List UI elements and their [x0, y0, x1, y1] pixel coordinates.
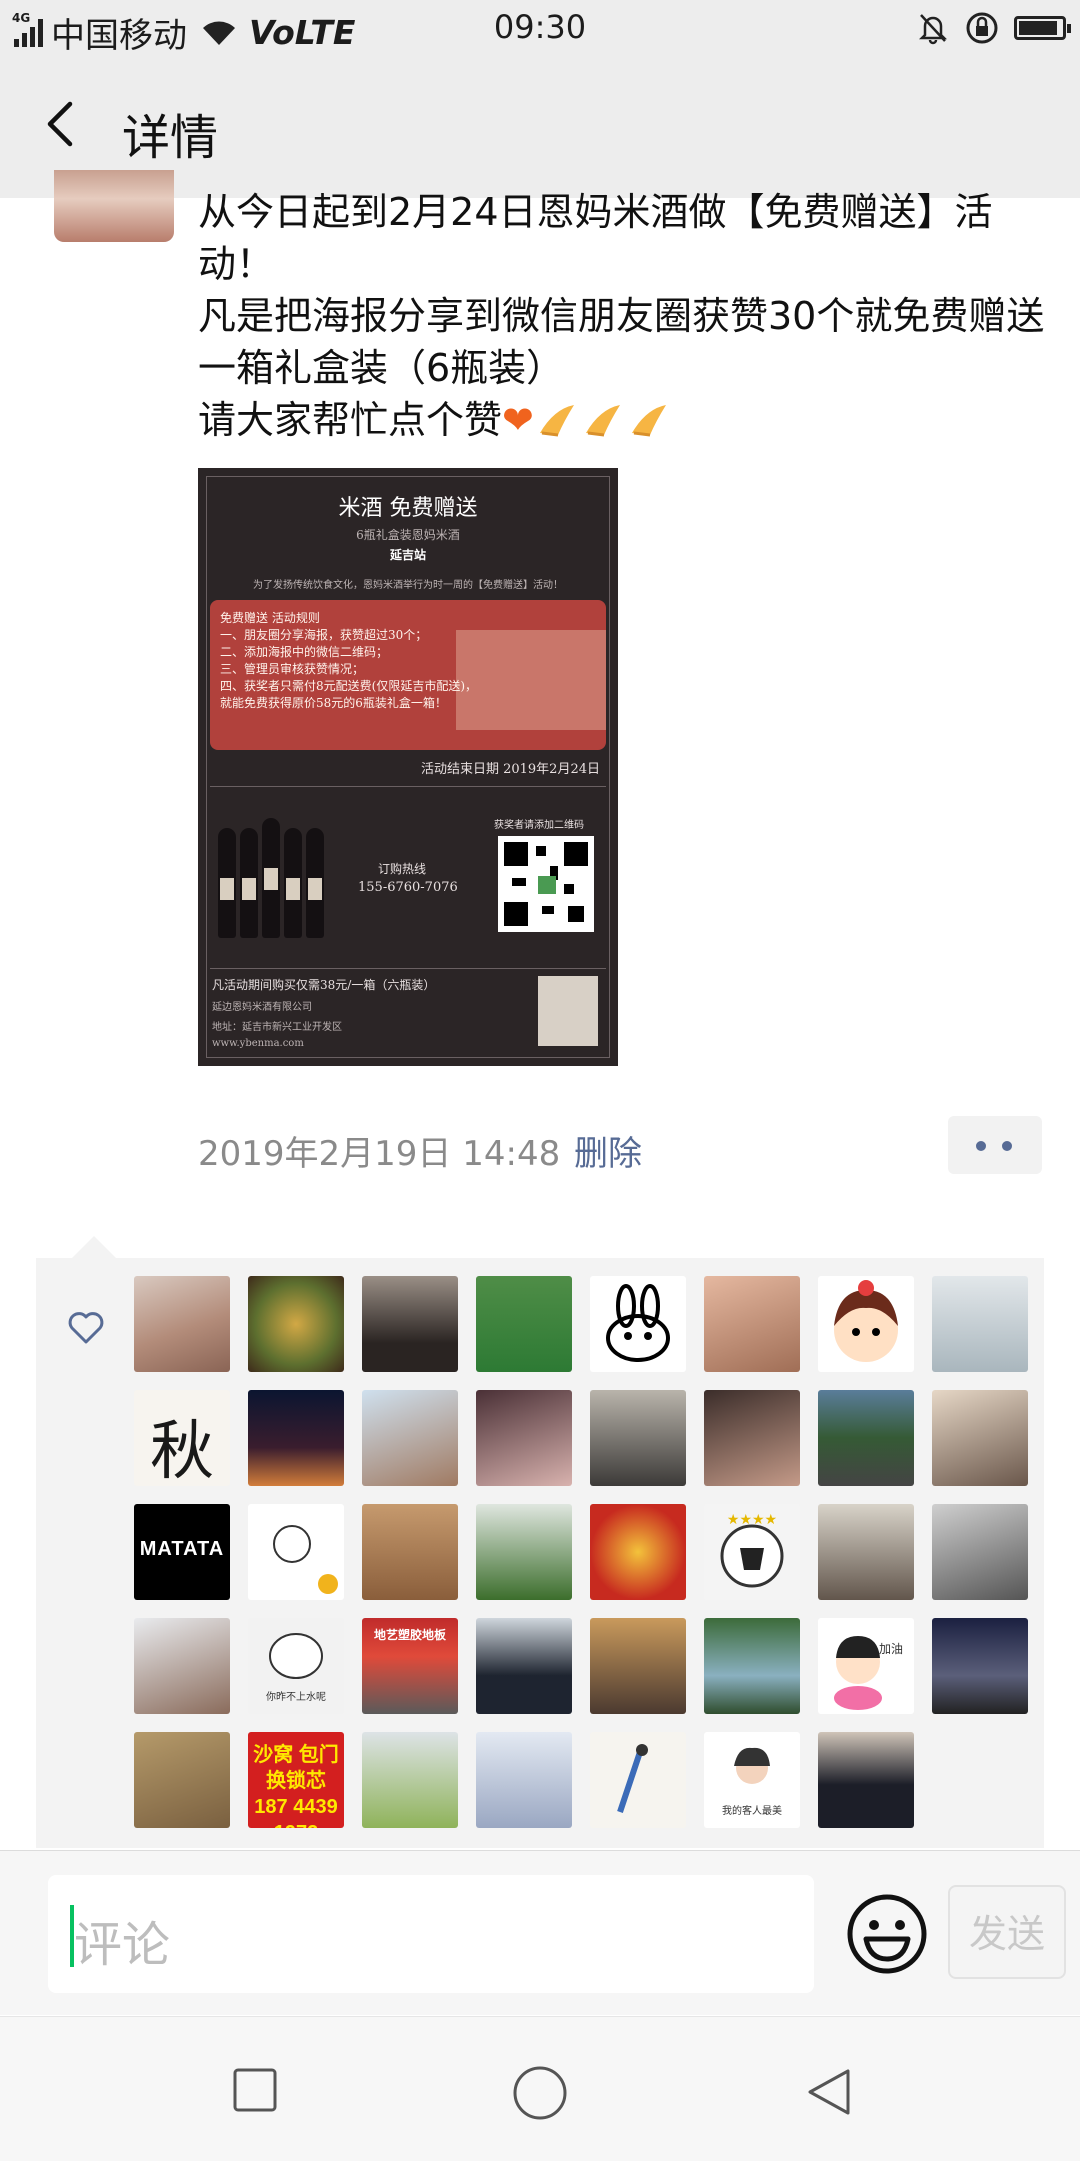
likes-panel: 秋 MATATA ★★★★ 你昨不上水呢 地艺塑胶地板 加油 沙窝 包门 换锁芯…	[36, 1236, 1044, 1848]
rotation-lock-icon	[966, 12, 998, 44]
like-avatar[interactable]	[362, 1504, 458, 1600]
status-right	[916, 10, 1071, 46]
circle-icon[interactable]	[512, 2065, 568, 2121]
square-icon[interactable]	[232, 2067, 278, 2113]
comment-input[interactable]: 评论	[48, 1875, 814, 1993]
heart-outline-icon	[68, 1312, 104, 1344]
status-bar: 4G 中国移动 VoLTE 09:30	[0, 0, 1080, 56]
like-avatar[interactable]	[590, 1276, 686, 1372]
like-avatar[interactable]	[476, 1390, 572, 1486]
like-avatar[interactable]	[590, 1618, 686, 1714]
like-avatar[interactable]	[590, 1504, 686, 1600]
like-avatar[interactable]	[932, 1276, 1028, 1372]
like-avatar[interactable]: MATATA	[134, 1504, 230, 1600]
poster-subtitle: 6瓶礼盒装恩妈米酒	[356, 528, 460, 542]
ok-hand-emoji	[539, 405, 574, 437]
poster-rules-box: 免费赠送 活动规则 一、朋友圈分享海报，获赞超过30个； 二、添加海报中的微信二…	[210, 600, 606, 750]
poster-divider	[210, 786, 606, 787]
like-avatar[interactable]	[248, 1276, 344, 1372]
qr-code	[498, 836, 594, 932]
post-timestamp: 2019年2月19日 14:48	[198, 1134, 561, 1174]
like-avatar[interactable]: 加油	[818, 1618, 914, 1714]
poster-location: 延吉站	[389, 548, 426, 562]
comment-bar: 评论 发送	[0, 1850, 1080, 2015]
ok-hand-emoji	[631, 405, 666, 437]
like-avatar[interactable]	[704, 1276, 800, 1372]
battery-icon	[1014, 16, 1071, 40]
poster-product-image	[456, 630, 606, 730]
like-avatar[interactable]	[248, 1390, 344, 1486]
mute-icon	[918, 14, 948, 45]
poster-end-date: 活动结束日期 2019年2月24日	[420, 762, 600, 777]
poster-bottles	[216, 818, 326, 938]
send-button[interactable]: 发送	[948, 1885, 1066, 1979]
like-avatar[interactable]	[476, 1504, 572, 1600]
post-image[interactable]: 米酒 免费赠送 6瓶礼盒装恩妈米酒 延吉站 为了发扬传统饮食文化，恩妈米酒举行为…	[198, 468, 618, 1066]
like-avatar[interactable]	[134, 1732, 230, 1828]
poster-title: 米酒 免费赠送	[338, 496, 478, 521]
like-avatar[interactable]	[590, 1732, 686, 1828]
like-avatar[interactable]	[362, 1276, 458, 1372]
like-avatar[interactable]	[476, 1276, 572, 1372]
poster-gift-box	[538, 976, 598, 1046]
like-avatar[interactable]	[476, 1618, 572, 1714]
like-avatar[interactable]: 秋	[134, 1390, 230, 1486]
svg-text:★★★★: ★★★★	[727, 1511, 777, 1527]
triangle-back-icon[interactable]	[804, 2067, 854, 2117]
like-avatar[interactable]: ★★★★	[704, 1504, 800, 1600]
post-text: 从今日起到2月24日恩妈米酒做【免费赠送】活动！ 凡是把海报分享到微信朋友圈获赞…	[198, 186, 1058, 446]
back-button[interactable]	[36, 94, 96, 154]
like-avatar[interactable]	[362, 1732, 458, 1828]
like-avatar[interactable]: 地艺塑胶地板	[362, 1618, 458, 1714]
like-avatar[interactable]	[932, 1390, 1028, 1486]
smiley-icon[interactable]	[846, 1893, 928, 1975]
like-avatar[interactable]	[248, 1504, 344, 1600]
page-title: 详情	[122, 110, 219, 166]
comment-placeholder: 评论	[74, 1917, 171, 1973]
like-avatar[interactable]	[704, 1390, 800, 1486]
ok-hand-emoji	[585, 405, 620, 437]
like-avatar[interactable]	[932, 1504, 1028, 1600]
like-avatar[interactable]	[134, 1618, 230, 1714]
heart-emoji: ❤	[502, 398, 534, 442]
like-avatar[interactable]	[134, 1276, 230, 1372]
like-avatar[interactable]	[476, 1732, 572, 1828]
like-avatar[interactable]	[362, 1390, 458, 1486]
like-avatar[interactable]	[704, 1618, 800, 1714]
like-avatar[interactable]	[818, 1504, 914, 1600]
system-nav-bar	[0, 2016, 1080, 2161]
like-avatar[interactable]: 我的客人最美	[704, 1732, 800, 1828]
poster-divider	[210, 968, 606, 969]
like-avatar[interactable]: 你昨不上水呢	[248, 1618, 344, 1714]
more-actions-button[interactable]	[948, 1116, 1042, 1174]
delete-link[interactable]: 删除	[574, 1126, 642, 1175]
poster-rules: 免费赠送 活动规则 一、朋友圈分享海报，获赞超过30个； 二、添加海报中的微信二…	[220, 611, 477, 710]
like-avatar[interactable]	[590, 1390, 686, 1486]
like-avatar[interactable]	[818, 1276, 914, 1372]
like-avatar[interactable]	[932, 1618, 1028, 1714]
like-avatar[interactable]: 沙窝 包门 换锁芯 187 4439 1972	[248, 1732, 344, 1828]
like-avatar[interactable]	[818, 1390, 914, 1486]
author-avatar[interactable]	[54, 170, 174, 242]
like-avatar[interactable]	[818, 1732, 914, 1828]
poster-qr-caption: 获奖者请添加二维码	[494, 820, 584, 831]
poster-intro: 为了发扬传统饮食文化，恩妈米酒举行为时一周的【免费赠送】活动！	[253, 580, 563, 591]
